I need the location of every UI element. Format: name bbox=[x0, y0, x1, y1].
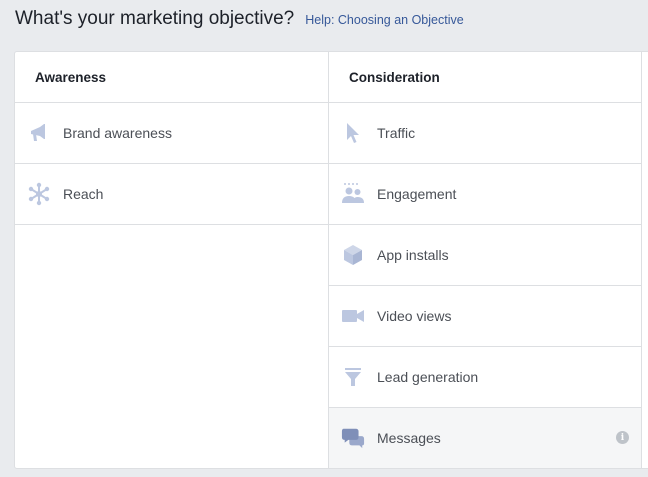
people-icon bbox=[341, 182, 365, 206]
objective-engagement[interactable]: Engagement bbox=[329, 164, 641, 225]
chat-bubbles-icon bbox=[341, 426, 365, 450]
objective-traffic[interactable]: Traffic bbox=[329, 103, 641, 164]
objective-label: Traffic bbox=[377, 125, 416, 141]
objective-brand-awareness[interactable]: Brand awareness bbox=[15, 103, 328, 164]
funnel-icon bbox=[341, 365, 365, 389]
awareness-column: Awareness Brand awareness Reach bbox=[15, 52, 329, 468]
objective-label: Messages bbox=[377, 430, 441, 446]
cube-icon bbox=[341, 243, 365, 267]
objective-label: Lead generation bbox=[377, 369, 479, 385]
objective-app-installs[interactable]: App installs bbox=[329, 225, 641, 286]
reach-icon bbox=[27, 182, 51, 206]
objective-label: Reach bbox=[63, 186, 104, 202]
objective-video-views[interactable]: Video views bbox=[329, 286, 641, 347]
video-camera-icon bbox=[341, 304, 365, 328]
objective-messages[interactable]: Messages i bbox=[329, 408, 641, 468]
cursor-icon bbox=[341, 121, 365, 145]
consideration-column: Consideration Traffic Engagement App ins… bbox=[329, 52, 642, 468]
megaphone-icon bbox=[27, 121, 51, 145]
objective-label: Video views bbox=[377, 308, 452, 324]
objective-reach[interactable]: Reach bbox=[15, 164, 328, 225]
objective-lead-generation[interactable]: Lead generation bbox=[329, 347, 641, 408]
objectives-panel: Awareness Brand awareness Reach Consider… bbox=[14, 51, 648, 469]
objective-label: Engagement bbox=[377, 186, 457, 202]
info-icon[interactable]: i bbox=[616, 431, 629, 444]
help-link[interactable]: Help: Choosing an Objective bbox=[305, 13, 463, 27]
column-heading-consideration: Consideration bbox=[329, 52, 641, 103]
objective-label: App installs bbox=[377, 247, 449, 263]
objective-label: Brand awareness bbox=[63, 125, 172, 141]
page-title: What's your marketing objective? bbox=[15, 8, 295, 29]
column-heading-awareness: Awareness bbox=[15, 52, 328, 103]
page-header: What's your marketing objective? Help: C… bbox=[15, 8, 464, 34]
